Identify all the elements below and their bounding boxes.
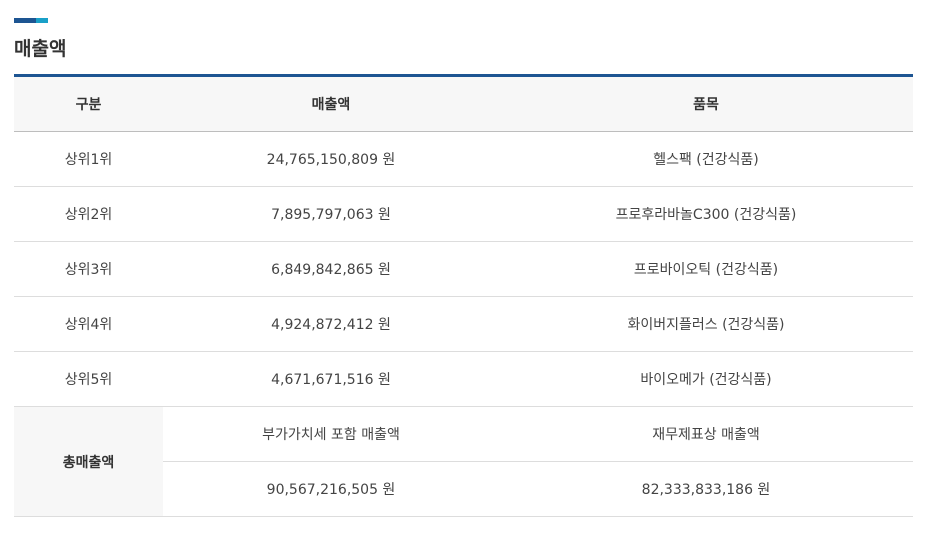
header-product: 품목 <box>499 75 913 132</box>
rank-cell: 상위4위 <box>14 296 163 352</box>
rank-cell: 상위5위 <box>14 351 163 407</box>
total-label-row: 총매출액 부가가치세 포함 매출액 재무제표상 매출액 <box>14 406 913 517</box>
amount-cell: 24,765,150,809 원 <box>163 131 499 187</box>
rank-cell: 상위2위 <box>14 186 163 242</box>
section-title: 매출액 <box>14 38 67 60</box>
vat-included-amount: 90,567,216,505 원 <box>163 461 499 517</box>
product-cell: 헬스팩 (건강식품) <box>499 131 913 187</box>
accent-bar-light <box>36 18 48 23</box>
rank-cell: 상위3위 <box>14 241 163 297</box>
section-accent-bar <box>14 18 48 23</box>
table-row: 상위3위 6,849,842,865 원 프로바이오틱 (건강식품) <box>14 241 913 297</box>
header-category: 구분 <box>14 75 163 132</box>
amount-cell: 4,671,671,516 원 <box>163 351 499 407</box>
financial-statement-label: 재무제표상 매출액 <box>499 406 913 462</box>
table-header-row: 구분 매출액 품목 <box>14 75 913 132</box>
vat-included-label: 부가가치세 포함 매출액 <box>163 406 499 462</box>
table-row: 상위5위 4,671,671,516 원 바이오메가 (건강식품) <box>14 351 913 407</box>
accent-bar-dark <box>14 18 36 23</box>
table-row: 상위4위 4,924,872,412 원 화이버지플러스 (건강식품) <box>14 296 913 352</box>
product-cell: 화이버지플러스 (건강식품) <box>499 296 913 352</box>
table-row: 상위2위 7,895,797,063 원 프로후라바놀C300 (건강식품) <box>14 186 913 242</box>
financial-statement-amount: 82,333,833,186 원 <box>499 461 913 517</box>
amount-cell: 6,849,842,865 원 <box>163 241 499 297</box>
sales-table: 구분 매출액 품목 상위1위 24,765,150,809 원 헬스팩 (건강식… <box>14 74 913 517</box>
product-cell: 바이오메가 (건강식품) <box>499 351 913 407</box>
amount-cell: 4,924,872,412 원 <box>163 296 499 352</box>
header-sales-amount: 매출액 <box>163 75 499 132</box>
amount-cell: 7,895,797,063 원 <box>163 186 499 242</box>
total-sales-label: 총매출액 <box>14 406 163 517</box>
rank-cell: 상위1위 <box>14 131 163 187</box>
product-cell: 프로바이오틱 (건강식품) <box>499 241 913 297</box>
table-row: 상위1위 24,765,150,809 원 헬스팩 (건강식품) <box>14 131 913 187</box>
product-cell: 프로후라바놀C300 (건강식품) <box>499 186 913 242</box>
